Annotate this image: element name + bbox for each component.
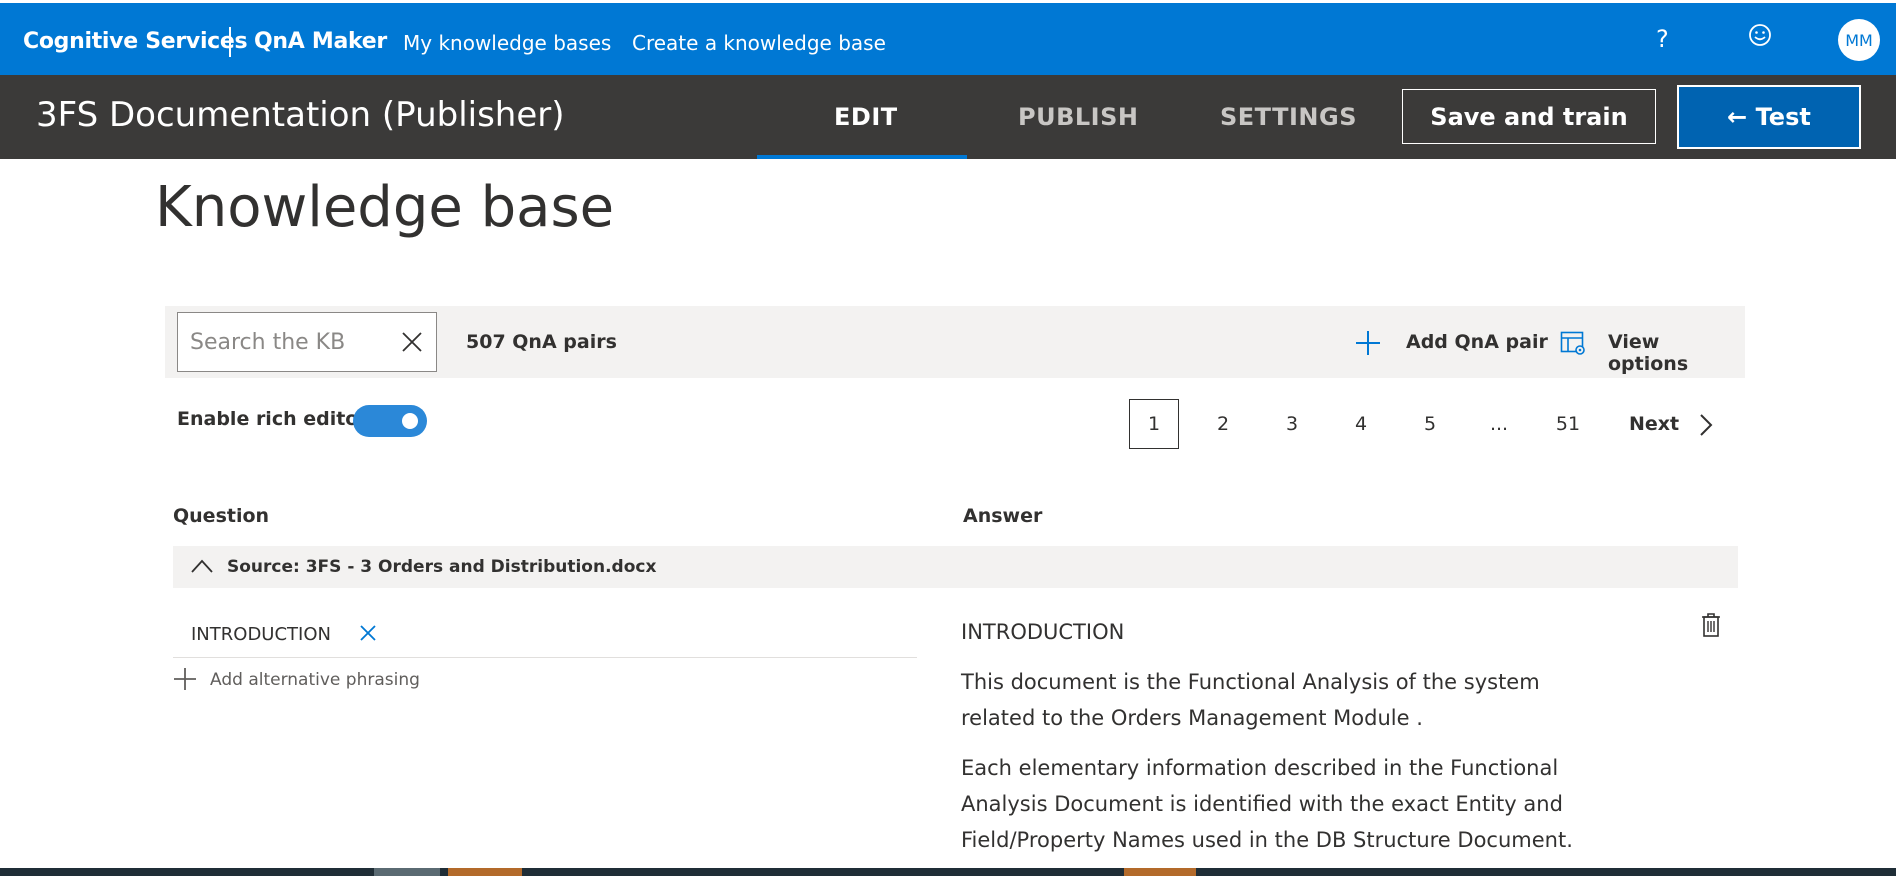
rich-editor-label: Enable rich editor [177, 408, 368, 430]
brand-link[interactable]: Cognitive Services [23, 29, 248, 54]
nav-my-knowledge-bases[interactable]: My knowledge bases [403, 31, 611, 55]
answer-paragraph[interactable]: Each elementary information described in… [961, 750, 1601, 858]
save-and-train-button[interactable]: Save and train [1402, 89, 1656, 144]
delete-trash-icon[interactable] [1700, 612, 1722, 638]
question-text[interactable]: INTRODUCTION [191, 624, 331, 645]
page-button-51[interactable]: 51 [1543, 399, 1593, 449]
add-qna-pair-button[interactable]: Add QnA pair [1406, 331, 1548, 353]
add-alternative-phrasing-button[interactable]: Add alternative phrasing [210, 670, 420, 690]
feedback-smiley-icon[interactable] [1748, 23, 1772, 47]
page-button-4[interactable]: 4 [1336, 399, 1386, 449]
answer-heading[interactable]: INTRODUCTION [961, 620, 1124, 644]
taskbar-item[interactable] [1124, 868, 1196, 876]
add-alternative-icon[interactable] [173, 667, 197, 691]
tab-edit[interactable]: EDIT [834, 103, 898, 131]
qna-pair-count: 507 QnA pairs [466, 331, 617, 353]
os-taskbar [0, 868, 1896, 876]
chevron-up-icon[interactable] [190, 558, 214, 574]
kb-header-bar: 3FS Documentation (Publisher) EDIT PUBLI… [0, 75, 1896, 159]
clear-search-icon[interactable] [400, 330, 424, 354]
test-button[interactable]: ← Test [1677, 85, 1861, 149]
question-divider [173, 657, 917, 658]
user-avatar[interactable]: MM [1838, 19, 1880, 61]
page-title: Knowledge base [155, 175, 615, 240]
toggle-knob [402, 413, 418, 429]
page-ellipsis[interactable]: ... [1474, 399, 1524, 449]
rich-editor-toggle[interactable] [353, 405, 427, 437]
add-icon[interactable] [1355, 330, 1381, 356]
taskbar-item[interactable] [448, 868, 522, 876]
page-button-1[interactable]: 1 [1129, 399, 1179, 449]
search-box [177, 312, 437, 372]
view-options-button[interactable]: View options [1608, 331, 1745, 375]
answer-paragraph[interactable]: This document is the Functional Analysis… [961, 664, 1601, 736]
taskbar-item[interactable] [374, 868, 440, 876]
source-group-header[interactable]: Source: 3FS - 3 Orders and Distribution.… [173, 546, 1738, 588]
top-nav-bar: Cognitive Services QnA Maker My knowledg… [0, 3, 1896, 75]
search-input[interactable] [190, 325, 390, 359]
kb-title: 3FS Documentation (Publisher) [36, 95, 565, 135]
product-link[interactable]: QnA Maker [254, 29, 387, 54]
help-icon[interactable]: ? [1656, 25, 1669, 53]
question-column-header: Question [173, 505, 270, 527]
source-label: Source: 3FS - 3 Orders and Distribution.… [227, 557, 657, 577]
brand-separator [229, 27, 231, 57]
active-tab-indicator [757, 155, 967, 159]
command-bar: 507 QnA pairs Add QnA pair View options [165, 306, 1745, 378]
answer-column-header: Answer [963, 505, 1043, 527]
tab-publish[interactable]: PUBLISH [1018, 103, 1138, 131]
page-button-5[interactable]: 5 [1405, 399, 1455, 449]
page-button-3[interactable]: 3 [1267, 399, 1317, 449]
page-button-2[interactable]: 2 [1198, 399, 1248, 449]
nav-create-knowledge-base[interactable]: Create a knowledge base [632, 31, 886, 55]
tab-settings[interactable]: SETTINGS [1220, 103, 1357, 131]
chevron-right-icon[interactable] [1696, 413, 1716, 437]
next-page-button[interactable]: Next [1629, 413, 1679, 435]
view-options-icon[interactable] [1560, 330, 1586, 356]
remove-question-icon[interactable] [358, 623, 378, 643]
